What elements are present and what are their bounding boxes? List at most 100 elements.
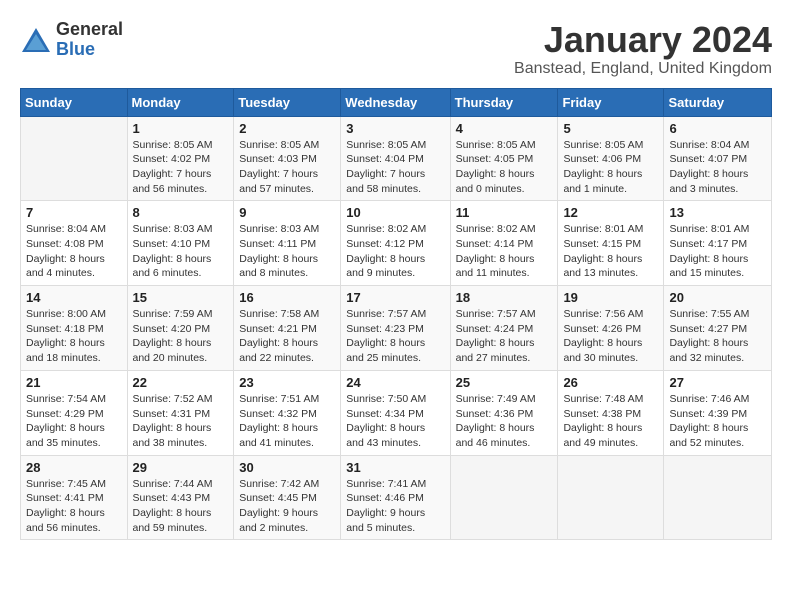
calendar-week-2: 7Sunrise: 8:04 AMSunset: 4:08 PMDaylight… xyxy=(21,201,772,286)
day-info: Sunrise: 8:03 AMSunset: 4:11 PMDaylight:… xyxy=(239,222,335,281)
calendar-cell: 4 Sunrise: 8:05 AMSunset: 4:05 PMDaylight… xyxy=(450,116,558,201)
day-number: 27 xyxy=(669,375,766,390)
calendar-cell: 30 Sunrise: 7:42 AMSunset: 4:45 PMDayligh… xyxy=(234,455,341,540)
day-info: Sunrise: 7:57 AMSunset: 4:24 PMDaylight:… xyxy=(456,307,553,366)
calendar-cell: 25 Sunrise: 7:49 AMSunset: 4:36 PMDayligh… xyxy=(450,370,558,455)
calendar-cell: 2 Sunrise: 8:05 AMSunset: 4:03 PMDaylight… xyxy=(234,116,341,201)
header-monday: Monday xyxy=(127,88,234,116)
day-number: 9 xyxy=(239,205,335,220)
calendar-cell: 12Sunrise: 8:01 AMSunset: 4:15 PMDayligh… xyxy=(558,201,664,286)
calendar-cell: 29 Sunrise: 7:44 AMSunset: 4:43 PMDayligh… xyxy=(127,455,234,540)
calendar-cell: 15 Sunrise: 7:59 AMSunset: 4:20 PMDayligh… xyxy=(127,286,234,371)
day-info: Sunrise: 7:44 AMSunset: 4:43 PMDaylight:… xyxy=(133,477,229,536)
day-info: Sunrise: 7:45 AMSunset: 4:41 PMDaylight:… xyxy=(26,477,122,536)
day-info: Sunrise: 8:03 AMSunset: 4:10 PMDaylight:… xyxy=(133,222,229,281)
calendar-cell: 24 Sunrise: 7:50 AMSunset: 4:34 PMDayligh… xyxy=(341,370,450,455)
day-info: Sunrise: 8:02 AMSunset: 4:14 PMDaylight:… xyxy=(456,222,553,281)
day-number: 26 xyxy=(563,375,658,390)
day-number: 28 xyxy=(26,460,122,475)
day-info: Sunrise: 7:41 AMSunset: 4:46 PMDaylight:… xyxy=(346,477,444,536)
calendar-cell: 6Sunrise: 8:04 AMSunset: 4:07 PMDaylight… xyxy=(664,116,772,201)
day-number: 18 xyxy=(456,290,553,305)
day-number: 8 xyxy=(133,205,229,220)
day-info: Sunrise: 7:57 AMSunset: 4:23 PMDaylight:… xyxy=(346,307,444,366)
day-number: 19 xyxy=(563,290,658,305)
header-wednesday: Wednesday xyxy=(341,88,450,116)
calendar-cell: 28 Sunrise: 7:45 AMSunset: 4:41 PMDayligh… xyxy=(21,455,128,540)
day-number: 23 xyxy=(239,375,335,390)
header-tuesday: Tuesday xyxy=(234,88,341,116)
calendar-cell: 13Sunrise: 8:01 AMSunset: 4:17 PMDayligh… xyxy=(664,201,772,286)
location-subtitle: Banstead, England, United Kingdom xyxy=(514,60,772,78)
day-number: 24 xyxy=(346,375,444,390)
day-info: Sunrise: 8:05 AMSunset: 4:05 PMDaylight:… xyxy=(456,138,553,197)
calendar-cell xyxy=(450,455,558,540)
calendar-cell: 19 Sunrise: 7:56 AMSunset: 4:26 PMDayligh… xyxy=(558,286,664,371)
day-number: 29 xyxy=(133,460,229,475)
day-info: Sunrise: 7:56 AMSunset: 4:26 PMDaylight:… xyxy=(563,307,658,366)
day-number: 7 xyxy=(26,205,122,220)
day-number: 14 xyxy=(26,290,122,305)
calendar-cell xyxy=(558,455,664,540)
calendar-cell: 22Sunrise: 7:52 AMSunset: 4:31 PMDayligh… xyxy=(127,370,234,455)
calendar-cell: 9 Sunrise: 8:03 AMSunset: 4:11 PMDaylight… xyxy=(234,201,341,286)
calendar-body: 1 Sunrise: 8:05 AMSunset: 4:02 PMDaylight… xyxy=(21,116,772,540)
calendar-cell: 21Sunrise: 7:54 AMSunset: 4:29 PMDayligh… xyxy=(21,370,128,455)
header-friday: Friday xyxy=(558,88,664,116)
day-info: Sunrise: 7:42 AMSunset: 4:45 PMDaylight:… xyxy=(239,477,335,536)
calendar-week-4: 21Sunrise: 7:54 AMSunset: 4:29 PMDayligh… xyxy=(21,370,772,455)
day-info: Sunrise: 8:00 AMSunset: 4:18 PMDaylight:… xyxy=(26,307,122,366)
day-number: 15 xyxy=(133,290,229,305)
day-number: 2 xyxy=(239,121,335,136)
day-info: Sunrise: 7:55 AMSunset: 4:27 PMDaylight:… xyxy=(669,307,766,366)
logo-blue: Blue xyxy=(56,39,95,59)
day-number: 11 xyxy=(456,205,553,220)
calendar-cell: 23 Sunrise: 7:51 AMSunset: 4:32 PMDayligh… xyxy=(234,370,341,455)
logo-general: General xyxy=(56,19,123,39)
day-info: Sunrise: 7:51 AMSunset: 4:32 PMDaylight:… xyxy=(239,392,335,451)
day-info: Sunrise: 8:05 AMSunset: 4:06 PMDaylight:… xyxy=(563,138,658,197)
calendar-cell: 3Sunrise: 8:05 AMSunset: 4:04 PMDaylight… xyxy=(341,116,450,201)
calendar-cell: 17 Sunrise: 7:57 AMSunset: 4:23 PMDayligh… xyxy=(341,286,450,371)
day-number: 17 xyxy=(346,290,444,305)
calendar-cell: 11 Sunrise: 8:02 AMSunset: 4:14 PMDayligh… xyxy=(450,201,558,286)
calendar-cell: 27Sunrise: 7:46 AMSunset: 4:39 PMDayligh… xyxy=(664,370,772,455)
day-number: 16 xyxy=(239,290,335,305)
day-info: Sunrise: 8:01 AMSunset: 4:15 PMDaylight:… xyxy=(563,222,658,281)
day-info: Sunrise: 7:48 AMSunset: 4:38 PMDaylight:… xyxy=(563,392,658,451)
calendar-week-5: 28 Sunrise: 7:45 AMSunset: 4:41 PMDayligh… xyxy=(21,455,772,540)
day-number: 25 xyxy=(456,375,553,390)
header-thursday: Thursday xyxy=(450,88,558,116)
day-number: 4 xyxy=(456,121,553,136)
day-number: 10 xyxy=(346,205,444,220)
calendar-cell: 18 Sunrise: 7:57 AMSunset: 4:24 PMDayligh… xyxy=(450,286,558,371)
day-info: Sunrise: 7:50 AMSunset: 4:34 PMDaylight:… xyxy=(346,392,444,451)
page-header: General Blue January 2024 Banstead, Engl… xyxy=(20,20,772,78)
day-info: Sunrise: 7:59 AMSunset: 4:20 PMDaylight:… xyxy=(133,307,229,366)
calendar-cell: 31Sunrise: 7:41 AMSunset: 4:46 PMDayligh… xyxy=(341,455,450,540)
day-number: 6 xyxy=(669,121,766,136)
month-year-title: January 2024 xyxy=(514,20,772,60)
logo: General Blue xyxy=(20,20,123,60)
day-number: 22 xyxy=(133,375,229,390)
header-sunday: Sunday xyxy=(21,88,128,116)
calendar-cell: 14 Sunrise: 8:00 AMSunset: 4:18 PMDayligh… xyxy=(21,286,128,371)
day-info: Sunrise: 8:05 AMSunset: 4:04 PMDaylight:… xyxy=(346,138,444,197)
day-number: 5 xyxy=(563,121,658,136)
logo-icon xyxy=(20,24,52,56)
day-info: Sunrise: 7:58 AMSunset: 4:21 PMDaylight:… xyxy=(239,307,335,366)
day-info: Sunrise: 8:05 AMSunset: 4:03 PMDaylight:… xyxy=(239,138,335,197)
day-info: Sunrise: 7:49 AMSunset: 4:36 PMDaylight:… xyxy=(456,392,553,451)
calendar-cell: 16 Sunrise: 7:58 AMSunset: 4:21 PMDayligh… xyxy=(234,286,341,371)
calendar-header: Sunday Monday Tuesday Wednesday Thursday… xyxy=(21,88,772,116)
day-info: Sunrise: 8:05 AMSunset: 4:02 PMDaylight:… xyxy=(133,138,229,197)
day-info: Sunrise: 8:02 AMSunset: 4:12 PMDaylight:… xyxy=(346,222,444,281)
header-row: Sunday Monday Tuesday Wednesday Thursday… xyxy=(21,88,772,116)
calendar-cell: 20Sunrise: 7:55 AMSunset: 4:27 PMDayligh… xyxy=(664,286,772,371)
day-number: 21 xyxy=(26,375,122,390)
calendar-cell: 1 Sunrise: 8:05 AMSunset: 4:02 PMDaylight… xyxy=(127,116,234,201)
day-number: 30 xyxy=(239,460,335,475)
calendar-cell: 8 Sunrise: 8:03 AMSunset: 4:10 PMDaylight… xyxy=(127,201,234,286)
title-area: January 2024 Banstead, England, United K… xyxy=(514,20,772,78)
day-number: 1 xyxy=(133,121,229,136)
